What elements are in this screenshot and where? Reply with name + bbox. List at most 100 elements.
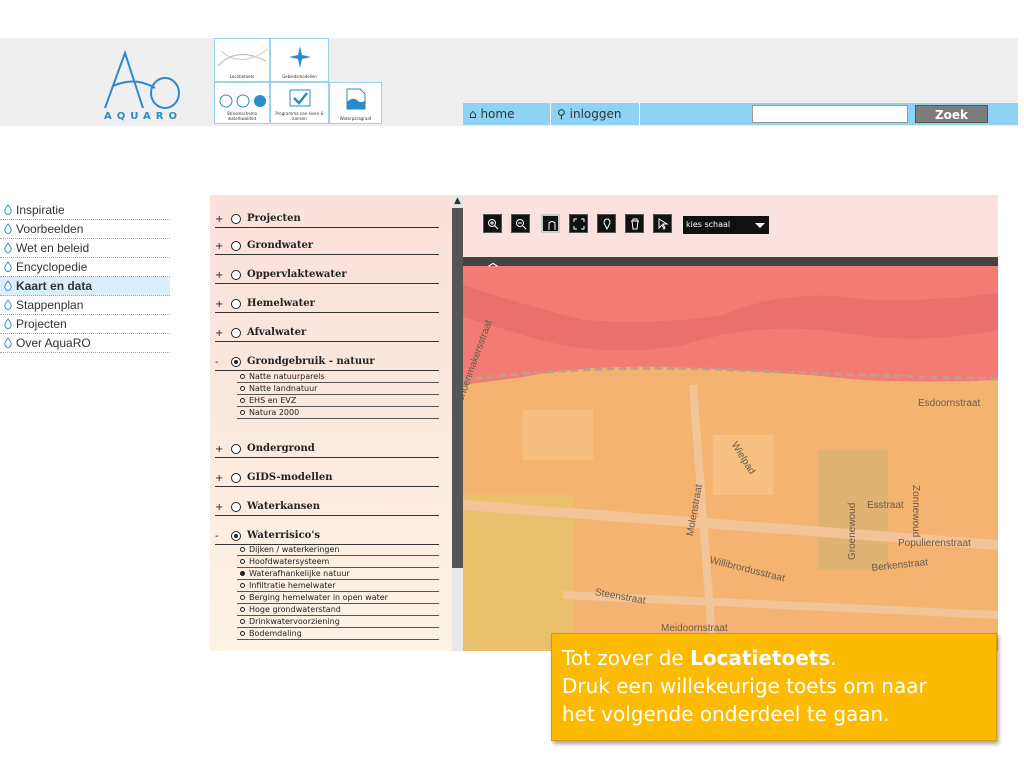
layer-item[interactable]: Infiltratie hemelwater	[237, 581, 439, 592]
layer-item[interactable]: Drinkwatervoorziening	[237, 617, 439, 628]
layer-item-radio[interactable]	[240, 571, 245, 576]
layer-item-radio[interactable]	[240, 595, 245, 600]
chevron-up-icon[interactable]: ︿	[488, 254, 498, 269]
menu-item-label: Kaart en data	[16, 279, 93, 293]
layer-item-radio[interactable]	[240, 398, 245, 403]
trash-icon[interactable]	[625, 214, 644, 233]
expand-toggle[interactable]: +	[215, 328, 223, 339]
expand-toggle[interactable]: +	[215, 241, 223, 252]
home-button[interactable]: ⌂ home	[463, 103, 551, 125]
tile-gebiedsmodellen[interactable]: Gebiedsmodellen	[270, 38, 329, 82]
menu-item[interactable]: Over AquaRO	[0, 334, 170, 353]
layer-item-radio[interactable]	[240, 547, 245, 552]
chevron-down-icon[interactable]	[751, 216, 769, 234]
layer-group[interactable]: + Hemelwater	[215, 297, 439, 313]
menu-item-label: Stappenplan	[16, 298, 84, 312]
expand-toggle[interactable]: +	[215, 299, 223, 310]
layer-item[interactable]: EHS en EVZ	[237, 396, 439, 407]
menu-item[interactable]: Stappenplan	[0, 296, 170, 315]
marker-icon[interactable]	[597, 214, 616, 233]
layer-radio[interactable]	[231, 502, 241, 512]
tile-waterparagraaf[interactable]: Waterparagraaf	[329, 82, 382, 124]
layer-radio[interactable]	[231, 473, 241, 483]
steps-circles-icon	[219, 94, 266, 108]
tile-locatietoets[interactable]: Locatietoets	[214, 38, 270, 82]
menu-item[interactable]: Wet en beleid	[0, 239, 170, 258]
layer-group[interactable]: + GIDS-modellen	[215, 471, 439, 487]
layer-item-radio[interactable]	[240, 619, 245, 624]
layer-item[interactable]: Hoge grondwaterstand	[237, 605, 439, 616]
street-label: Esdoornstraat	[918, 398, 981, 409]
full-extent-icon[interactable]	[569, 214, 588, 233]
expand-toggle[interactable]: -	[215, 357, 219, 368]
layer-item[interactable]: Natura 2000	[237, 408, 439, 419]
expand-toggle[interactable]: +	[215, 473, 223, 484]
layer-item-radio[interactable]	[240, 607, 245, 612]
layer-radio[interactable]	[231, 299, 241, 309]
toolbar-collapse-bar[interactable]	[463, 257, 998, 266]
expand-toggle[interactable]: -	[215, 531, 219, 542]
water-drop-icon	[4, 223, 12, 234]
layer-item[interactable]: Waterafhankelijke natuur	[237, 569, 439, 580]
tile-stroomschema[interactable]: Stroomschema waterkwaliteit	[214, 82, 270, 124]
layer-group[interactable]: + Grondwater	[215, 239, 439, 255]
expand-toggle[interactable]: +	[215, 214, 223, 225]
layer-item[interactable]: Natte landnatuur	[237, 384, 439, 395]
layer-radio[interactable]	[231, 241, 241, 251]
layer-item[interactable]: Hoofdwatersysteem	[237, 557, 439, 568]
layer-item-radio[interactable]	[240, 374, 245, 379]
layer-item-radio[interactable]	[240, 631, 245, 636]
scrollbar-thumb[interactable]	[452, 208, 463, 568]
search-input[interactable]	[752, 105, 908, 123]
layer-item[interactable]: Bodemdaling	[237, 629, 439, 640]
select-pointer-icon[interactable]	[653, 214, 672, 233]
layer-item-radio[interactable]	[240, 559, 245, 564]
expand-toggle[interactable]: +	[215, 444, 223, 455]
pan-hand-icon[interactable]	[541, 214, 560, 233]
layer-group[interactable]: + Oppervlaktewater	[215, 268, 439, 284]
layer-group[interactable]: + Ondergrond	[215, 442, 439, 458]
layer-radio[interactable]	[231, 214, 241, 224]
layer-item[interactable]: Natte natuurparels	[237, 372, 439, 383]
layer-group[interactable]: + Projecten	[215, 212, 439, 228]
page: AQUARO Locatietoets Gebiedsmodellen Stro…	[0, 0, 1024, 768]
layer-item[interactable]: Berging hemelwater in open water	[237, 593, 439, 604]
layer-group[interactable]: - Grondgebruik - natuur	[215, 355, 439, 371]
street-label: Zonnewoud	[910, 485, 921, 538]
layer-item-radio[interactable]	[240, 386, 245, 391]
layer-group[interactable]: + Afvalwater	[215, 326, 439, 342]
layer-item[interactable]: Dijken / waterkeringen	[237, 545, 439, 556]
layer-group[interactable]: + Waterkansen	[215, 500, 439, 516]
scroll-up-arrow-icon[interactable]: ▲	[452, 195, 463, 207]
zoom-out-icon[interactable]	[511, 214, 530, 233]
layer-item-label: Infiltratie hemelwater	[249, 581, 336, 590]
tile-caption: Programma van eisen & kansen	[275, 111, 324, 121]
layer-group[interactable]: - Waterrisico's	[215, 529, 439, 545]
layer-radio[interactable]	[231, 444, 241, 454]
layer-radio[interactable]	[231, 531, 241, 541]
zoek-button[interactable]: Zoek	[915, 105, 988, 123]
layer-group-label: Grondgebruik - natuur	[247, 356, 375, 367]
expand-toggle[interactable]: +	[215, 502, 223, 513]
menu-item[interactable]: Projecten	[0, 315, 170, 334]
water-drop-icon	[4, 261, 12, 272]
water-drop-icon	[4, 204, 12, 215]
zoom-box-icon[interactable]	[483, 214, 502, 233]
layer-item-radio[interactable]	[240, 583, 245, 588]
menu-item[interactable]: Inspiratie	[0, 201, 170, 220]
key-icon: ⚲	[557, 107, 566, 121]
street-label: Groenewoud	[847, 502, 858, 560]
water-drop-icon	[4, 318, 12, 329]
menu-item[interactable]: Kaart en data	[0, 277, 170, 296]
tile-programma[interactable]: Programma van eisen & kansen	[270, 82, 329, 124]
layer-radio[interactable]	[231, 270, 241, 280]
scale-select[interactable]: kies schaal	[683, 216, 751, 234]
menu-item[interactable]: Encyclopedie	[0, 258, 170, 277]
layer-radio[interactable]	[231, 357, 241, 367]
menu-item[interactable]: Voorbeelden	[0, 220, 170, 239]
layer-radio[interactable]	[231, 328, 241, 338]
login-button[interactable]: ⚲ inloggen	[551, 103, 640, 125]
layer-item-radio[interactable]	[240, 410, 245, 415]
expand-toggle[interactable]: +	[215, 270, 223, 281]
home-label: home	[480, 107, 515, 121]
